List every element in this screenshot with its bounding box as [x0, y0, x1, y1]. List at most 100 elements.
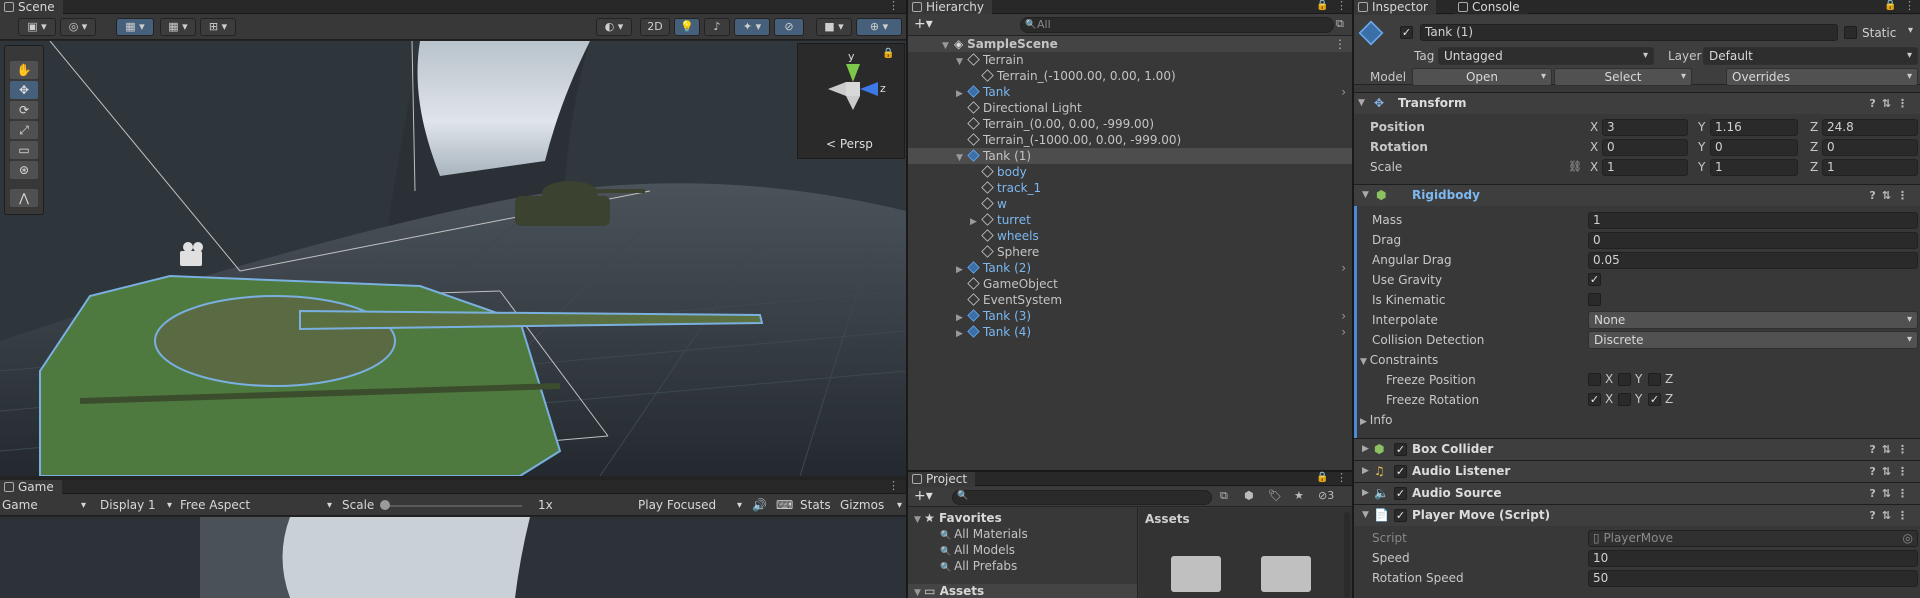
inspector-menu-icon[interactable]: ⋮	[1904, 0, 1915, 12]
chevron-right-icon[interactable]: ›	[1341, 260, 1346, 276]
expand-arrow-icon[interactable]: ▶	[1362, 483, 1369, 504]
component-actions[interactable]: ?⇅⋮	[1869, 439, 1914, 460]
project-lock-icon[interactable]: 🔒	[1316, 472, 1328, 484]
chevron-right-icon[interactable]: ›	[1341, 308, 1346, 324]
search-by-label-icon[interactable]: ⬢	[1244, 489, 1254, 502]
info-foldout[interactable]: ▶ Info	[1360, 411, 1393, 431]
expand-arrow-icon[interactable]: ▼	[1362, 505, 1369, 526]
search-options-icon[interactable]: ⧉	[1336, 17, 1344, 31]
star-icon[interactable]: ★	[1294, 489, 1304, 502]
aspect-dropdown[interactable]: Free Aspect ▾	[180, 497, 334, 514]
scale-z-field[interactable]: 1	[1822, 159, 1918, 176]
hierarchy-item-terrain-3[interactable]: Terrain_(-1000.00, 0.00, -999.00)	[908, 132, 1352, 148]
position-z-field[interactable]: 24.8	[1822, 119, 1918, 136]
tab-scene[interactable]: Scene	[0, 0, 63, 14]
constraints-label[interactable]: ▼ Constraints	[1360, 351, 1438, 371]
link-icon[interactable]: ⛓	[1568, 158, 1582, 176]
expand-arrow-icon[interactable]: ▼	[914, 588, 924, 598]
hierarchy-menu-icon[interactable]: ⋮	[1336, 0, 1347, 12]
component-actions[interactable]: ?⇅⋮	[1869, 93, 1914, 114]
scale-slider-handle[interactable]	[380, 500, 390, 510]
create-asset-button[interactable]: +▾	[914, 488, 933, 504]
rotation-z-field[interactable]: 0	[1822, 139, 1918, 156]
move-tool-icon[interactable]: ✥	[10, 81, 38, 99]
scale-slider[interactable]	[382, 505, 522, 507]
box-collider-checkbox[interactable]: ✓	[1394, 443, 1407, 456]
draw-mode-button[interactable]: ▣ ▾	[18, 18, 56, 36]
box-collider-header[interactable]: ▶ ⬢ ✓ Box Collider ?⇅⋮	[1354, 438, 1920, 460]
persp-label[interactable]: < Persp	[826, 137, 873, 151]
object-name-field[interactable]: Tank (1)	[1420, 24, 1838, 41]
speed-field[interactable]: 10	[1588, 550, 1918, 567]
assets-tree-item[interactable]: ▼ ▭ Assets	[908, 584, 1137, 598]
freeze-rot-x-checkbox[interactable]: ✓	[1588, 393, 1601, 406]
expand-arrow-icon[interactable]: ▼	[1358, 93, 1365, 114]
search-by-type-icon[interactable]: ⧉	[1220, 489, 1228, 503]
use-gravity-checkbox[interactable]: ✓	[1588, 273, 1601, 286]
rotate-tool-icon[interactable]: ⟳	[10, 101, 38, 119]
scene-viewport[interactable]: ✋ ✥ ⟳ ⤢ ▭ ⊛ ⋀ y z 🔒 < Persp	[0, 41, 906, 476]
hierarchy-item-body[interactable]: body	[908, 164, 1352, 180]
gizmo-orientation-button[interactable]: ◎ ▾	[60, 18, 96, 36]
overrides-dropdown[interactable]: Overrides	[1726, 68, 1918, 86]
hierarchy-item-eventsystem[interactable]: EventSystem	[908, 292, 1352, 308]
gizmos-button[interactable]: ⊕ ▾	[856, 18, 902, 36]
chevron-right-icon[interactable]: ›	[1341, 324, 1346, 340]
static-checkbox[interactable]	[1844, 26, 1857, 39]
inspector-lock-icon[interactable]: 🔒	[1884, 0, 1896, 12]
hierarchy-item-light[interactable]: Directional Light	[908, 100, 1352, 116]
hierarchy-item-wheels[interactable]: wheels	[908, 228, 1352, 244]
freeze-pos-z-checkbox[interactable]	[1648, 373, 1661, 386]
mass-field[interactable]: 1	[1588, 212, 1918, 229]
shading-mode-button[interactable]: ◐ ▾	[596, 18, 632, 36]
tab-hierarchy[interactable]: Hierarchy	[908, 0, 993, 14]
hierarchy-item-terrain-2[interactable]: Terrain_(0.00, 0.00, -999.00)	[908, 116, 1352, 132]
tab-project[interactable]: Project	[908, 472, 976, 486]
scale-tool-icon[interactable]: ⤢	[10, 121, 38, 139]
chevron-right-icon[interactable]: ›	[1341, 84, 1346, 100]
is-kinematic-checkbox[interactable]	[1588, 293, 1601, 306]
rotation-y-field[interactable]: 0	[1710, 139, 1798, 156]
audio-toggle-button[interactable]: ♪	[704, 18, 730, 36]
hierarchy-item-terrain-child[interactable]: Terrain_(-1000.00, 0.00, 1.00)	[908, 68, 1352, 84]
expand-arrow-icon[interactable]: ▶	[1362, 439, 1369, 460]
stats-button[interactable]: Stats	[800, 497, 831, 514]
game-viewport[interactable]	[0, 517, 906, 598]
tab-inspector[interactable]: Inspector	[1354, 0, 1436, 14]
component-actions[interactable]: ?⇅⋮	[1869, 461, 1914, 482]
folder-icon[interactable]	[1171, 556, 1221, 592]
audio-listener-checkbox[interactable]: ✓	[1394, 465, 1407, 478]
freeze-rot-z-checkbox[interactable]: ✓	[1648, 393, 1661, 406]
rotation-speed-field[interactable]: 50	[1588, 570, 1918, 587]
custom-tool-icon[interactable]: ⋀	[10, 189, 38, 207]
hierarchy-search-input[interactable]: 🔍 All	[1020, 17, 1334, 33]
component-actions[interactable]: ?⇅⋮	[1869, 483, 1914, 504]
open-model-button[interactable]: Open	[1412, 68, 1552, 86]
expand-arrow-icon[interactable]: ▼	[1362, 185, 1369, 206]
hierarchy-item-tank-1[interactable]: ▼ Tank (1)	[908, 148, 1352, 164]
lock-icon[interactable]: 🔒	[882, 48, 894, 59]
freeze-pos-y-checkbox[interactable]	[1618, 373, 1631, 386]
rotation-x-field[interactable]: 0	[1602, 139, 1688, 156]
tab-console[interactable]: Console	[1454, 0, 1528, 14]
folder-icon[interactable]	[1261, 556, 1311, 592]
rigidbody-header[interactable]: ▼ ⬢ Rigidbody ?⇅⋮	[1354, 184, 1920, 206]
rect-tool-icon[interactable]: ▭	[10, 141, 38, 159]
fav-item[interactable]: 🔍 All Prefabs	[940, 558, 1017, 576]
scale-y-field[interactable]: 1	[1710, 159, 1798, 176]
audio-listener-header[interactable]: ▶ ♫ ✓ Audio Listener ?⇅⋮	[1354, 460, 1920, 482]
toggle-2d-button[interactable]: 2D	[640, 18, 670, 36]
hierarchy-item-gameobject[interactable]: GameObject	[908, 276, 1352, 292]
grid-snap-button[interactable]: ▦ ▾	[116, 18, 154, 36]
scene-row[interactable]: ▼ ◈ SampleScene ⋮	[908, 36, 1352, 52]
hierarchy-item-tank-4[interactable]: ▶ Tank (4) ›	[908, 324, 1352, 340]
increment-snap-button[interactable]: ⊞ ▾	[200, 18, 236, 36]
select-model-button[interactable]: Select	[1554, 68, 1692, 86]
hand-tool-icon[interactable]: ✋	[10, 61, 38, 79]
interpolate-dropdown[interactable]: None	[1588, 311, 1918, 329]
hierarchy-lock-icon[interactable]: 🔒	[1316, 0, 1328, 12]
expand-arrow-icon[interactable]: ▶	[956, 326, 968, 342]
drag-field[interactable]: 0	[1588, 232, 1918, 249]
project-search-input[interactable]: 🔍	[952, 490, 1212, 505]
effects-button[interactable]: ✦ ▾	[734, 18, 770, 36]
